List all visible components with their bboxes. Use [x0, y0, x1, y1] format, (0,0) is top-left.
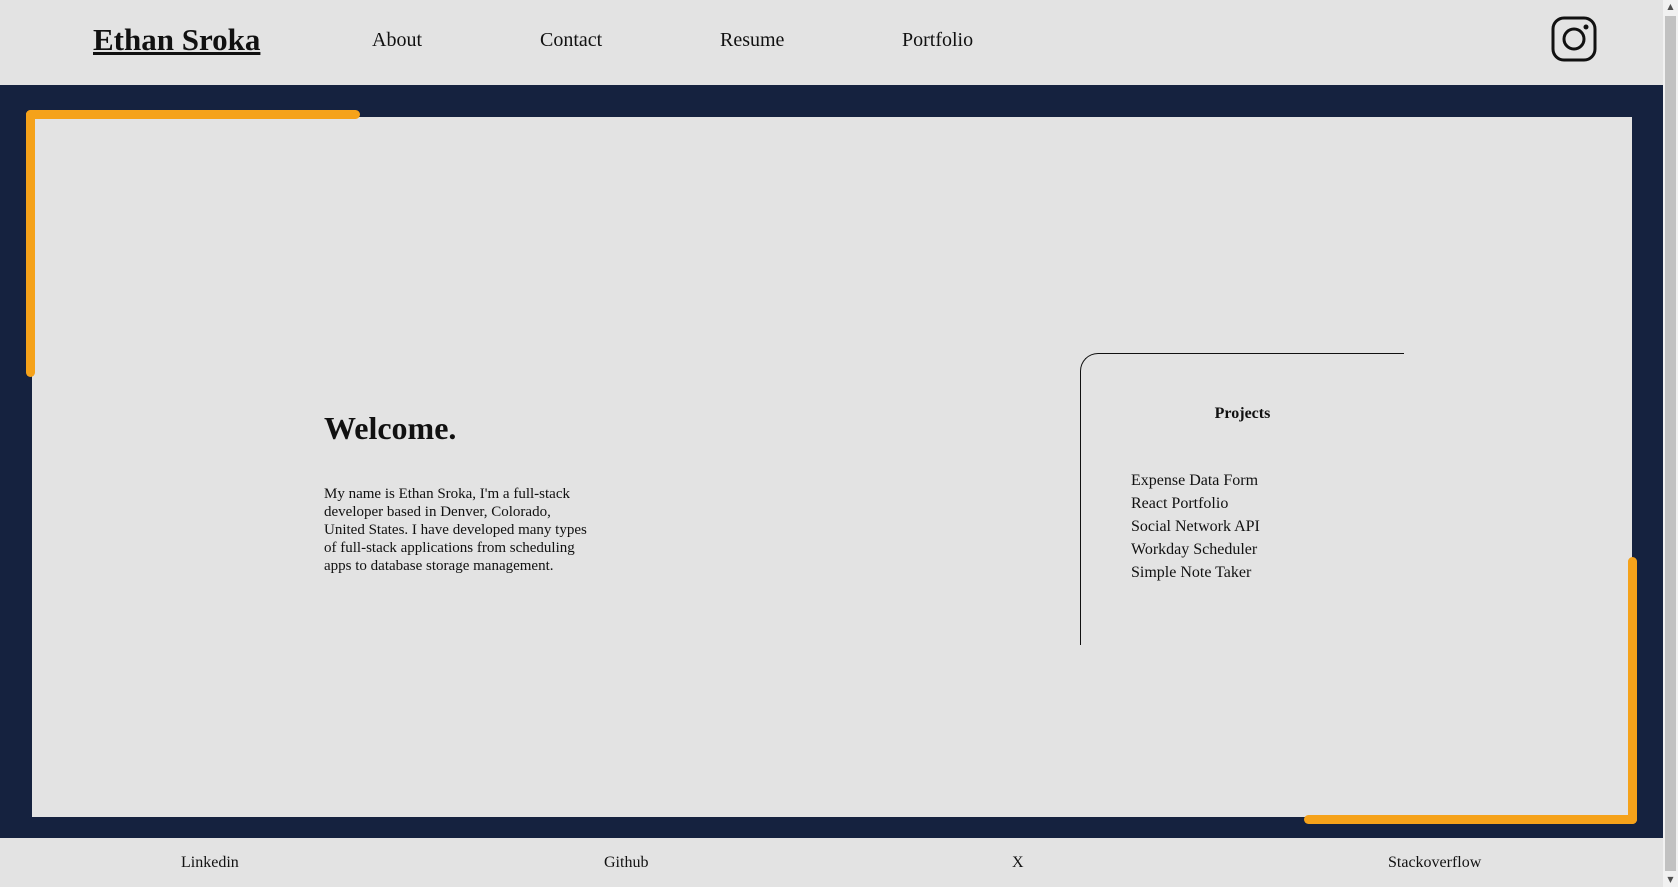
site-footer: Linkedin Github X Stackoverflow: [0, 838, 1663, 887]
nav-about-link[interactable]: About: [372, 29, 422, 52]
nav-contact-link[interactable]: Contact: [540, 29, 602, 52]
project-link[interactable]: Workday Scheduler: [1131, 538, 1260, 561]
brand-link[interactable]: Ethan Sroka: [93, 22, 260, 58]
scroll-up-icon[interactable]: ▲: [1663, 0, 1678, 14]
nav-resume-link[interactable]: Resume: [720, 29, 784, 52]
site-header: Ethan Sroka About Contact Resume Portfol…: [0, 0, 1663, 85]
welcome-heading: Welcome.: [324, 410, 457, 446]
footer-x-link[interactable]: X: [1012, 854, 1024, 872]
footer-github-link[interactable]: Github: [604, 854, 648, 872]
scroll-thumb[interactable]: [1665, 16, 1676, 871]
nav-portfolio-link[interactable]: Portfolio: [902, 29, 973, 52]
main-frame: Welcome. My name is Ethan Sroka, I'm a f…: [0, 85, 1663, 838]
instagram-icon[interactable]: [1551, 16, 1597, 62]
page: Ethan Sroka About Contact Resume Portfol…: [0, 0, 1678, 887]
projects-card: Projects Expense Data Form React Portfol…: [1080, 353, 1404, 645]
footer-stackoverflow-link[interactable]: Stackoverflow: [1388, 854, 1481, 872]
accent-top-vertical: [26, 110, 35, 377]
project-link[interactable]: Simple Note Taker: [1131, 561, 1260, 584]
accent-bottom-vertical: [1628, 557, 1637, 824]
project-link[interactable]: React Portfolio: [1131, 492, 1260, 515]
accent-top-horizontal: [26, 110, 360, 119]
project-link[interactable]: Expense Data Form: [1131, 469, 1260, 492]
projects-list: Expense Data Form React Portfolio Social…: [1131, 469, 1260, 584]
projects-heading: Projects: [1214, 405, 1271, 422]
vertical-scrollbar[interactable]: ▲ ▼: [1663, 0, 1678, 887]
project-link[interactable]: Social Network API: [1131, 515, 1260, 538]
scroll-down-icon[interactable]: ▼: [1663, 873, 1678, 887]
content-panel: Welcome. My name is Ethan Sroka, I'm a f…: [32, 117, 1632, 817]
accent-bottom-horizontal: [1304, 815, 1637, 824]
welcome-paragraph: My name is Ethan Sroka, I'm a full-stack…: [324, 486, 587, 574]
footer-linkedin-link[interactable]: Linkedin: [181, 854, 239, 872]
